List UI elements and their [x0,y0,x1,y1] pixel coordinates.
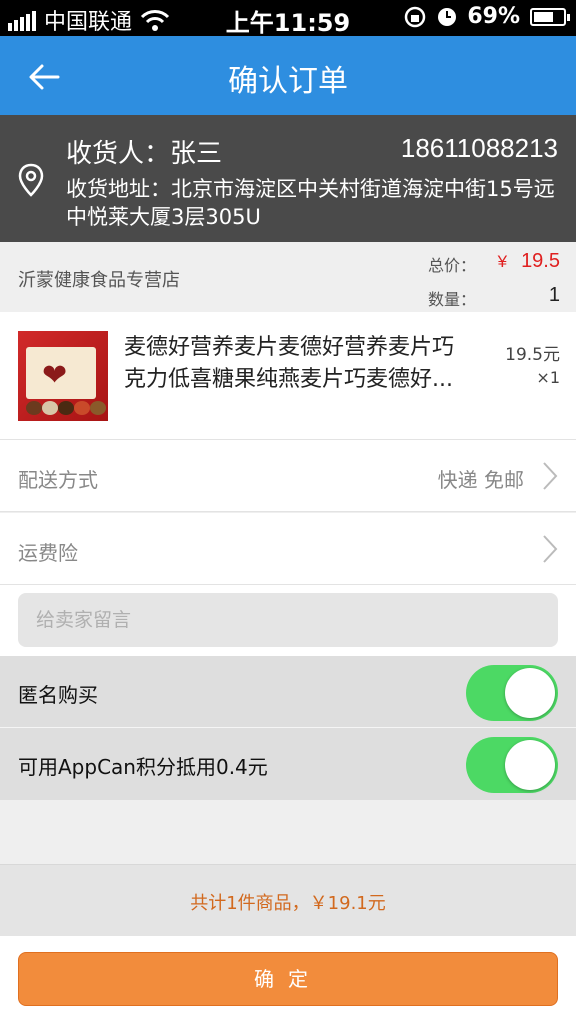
nav-bar: 确认订单 [0,36,576,115]
anonymous-toggle[interactable] [466,665,558,721]
insurance-label: 运费险 [18,541,78,565]
toggle-knob [505,668,555,718]
product-title: 麦德好营养麦片麦德好营养麦片巧 克力低喜糖果纯燕麦片巧麦德好... [124,332,484,396]
anonymous-purchase-row: 匿名购买 [0,656,576,728]
total-label: 总价： [428,256,477,275]
location-pin-icon [18,163,44,197]
product-title-line1: 麦德好营养麦片麦德好营养麦片巧 [124,335,455,360]
shipping-address-card[interactable]: 收货人：张三 18611088213 收货地址：北京市海淀区中关村街道海淀中街1… [0,115,576,242]
chevron-right-icon [543,535,558,563]
product-qty: ×1 [536,368,560,387]
total-value: ¥19.5 [498,250,560,273]
confirm-button[interactable]: 确定 [18,952,558,1006]
total-amount: 19.5 [521,250,560,272]
footer: 确定 [0,936,576,1024]
anonymous-label: 匿名购买 [18,683,98,707]
receiver-label: 收货人： [66,139,171,169]
product-image: ❤ [18,331,108,421]
receiver-name: 张三 [170,139,223,169]
battery-icon [530,7,570,26]
product-title-line2: 克力低喜糖果纯燕麦片巧麦德好... [124,367,453,392]
product-price: 19.5元 [505,345,560,365]
summary-text: 共计1件商品，￥19.1元 [190,893,386,914]
receiver: 收货人：张三 [66,133,222,170]
points-toggle[interactable] [466,737,558,793]
shop-name: 沂蒙健康食品专营店 [18,270,180,291]
address-label: 收货地址： [66,177,171,201]
qty-value: 1 [548,284,560,306]
toggle-knob [505,740,555,790]
shop-header: 沂蒙健康食品专营店 总价： ¥19.5 数量： 1 [0,242,576,312]
chevron-right-icon [543,462,558,490]
delivery-label: 配送方式 [18,468,98,492]
currency-symbol: ¥ [497,252,508,271]
delivery-method-row[interactable]: 配送方式 快递 免邮 [0,440,576,512]
page-title: 确认订单 [228,64,348,99]
delivery-value: 快递 免邮 [437,468,524,492]
rotation-lock-icon [405,6,426,27]
alarm-icon [438,7,457,26]
message-container [0,585,576,656]
order-item[interactable]: ❤ 麦德好营养麦片麦德好营养麦片巧 克力低喜糖果纯燕麦片巧麦德好... 19.5… [0,312,576,440]
qty-label: 数量： [428,290,477,309]
order-summary: 共计1件商品，￥19.1元 [0,864,576,936]
shipping-insurance-row[interactable]: 运费险 [0,513,576,585]
status-bar: 中国联通 上午11:59 69% [0,0,576,37]
address-detail: 收货地址：北京市海淀区中关村街道海淀中街15号远中悦莱大厦3层305U [66,175,566,231]
points-label: 可用AppCan积分抵用0.4元 [18,755,268,779]
battery-percent: 69% [467,4,520,29]
receiver-phone: 18611088213 [400,133,558,163]
points-row: 可用AppCan积分抵用0.4元 [0,728,576,800]
spacer [0,800,576,864]
seller-message-input[interactable] [18,593,558,647]
